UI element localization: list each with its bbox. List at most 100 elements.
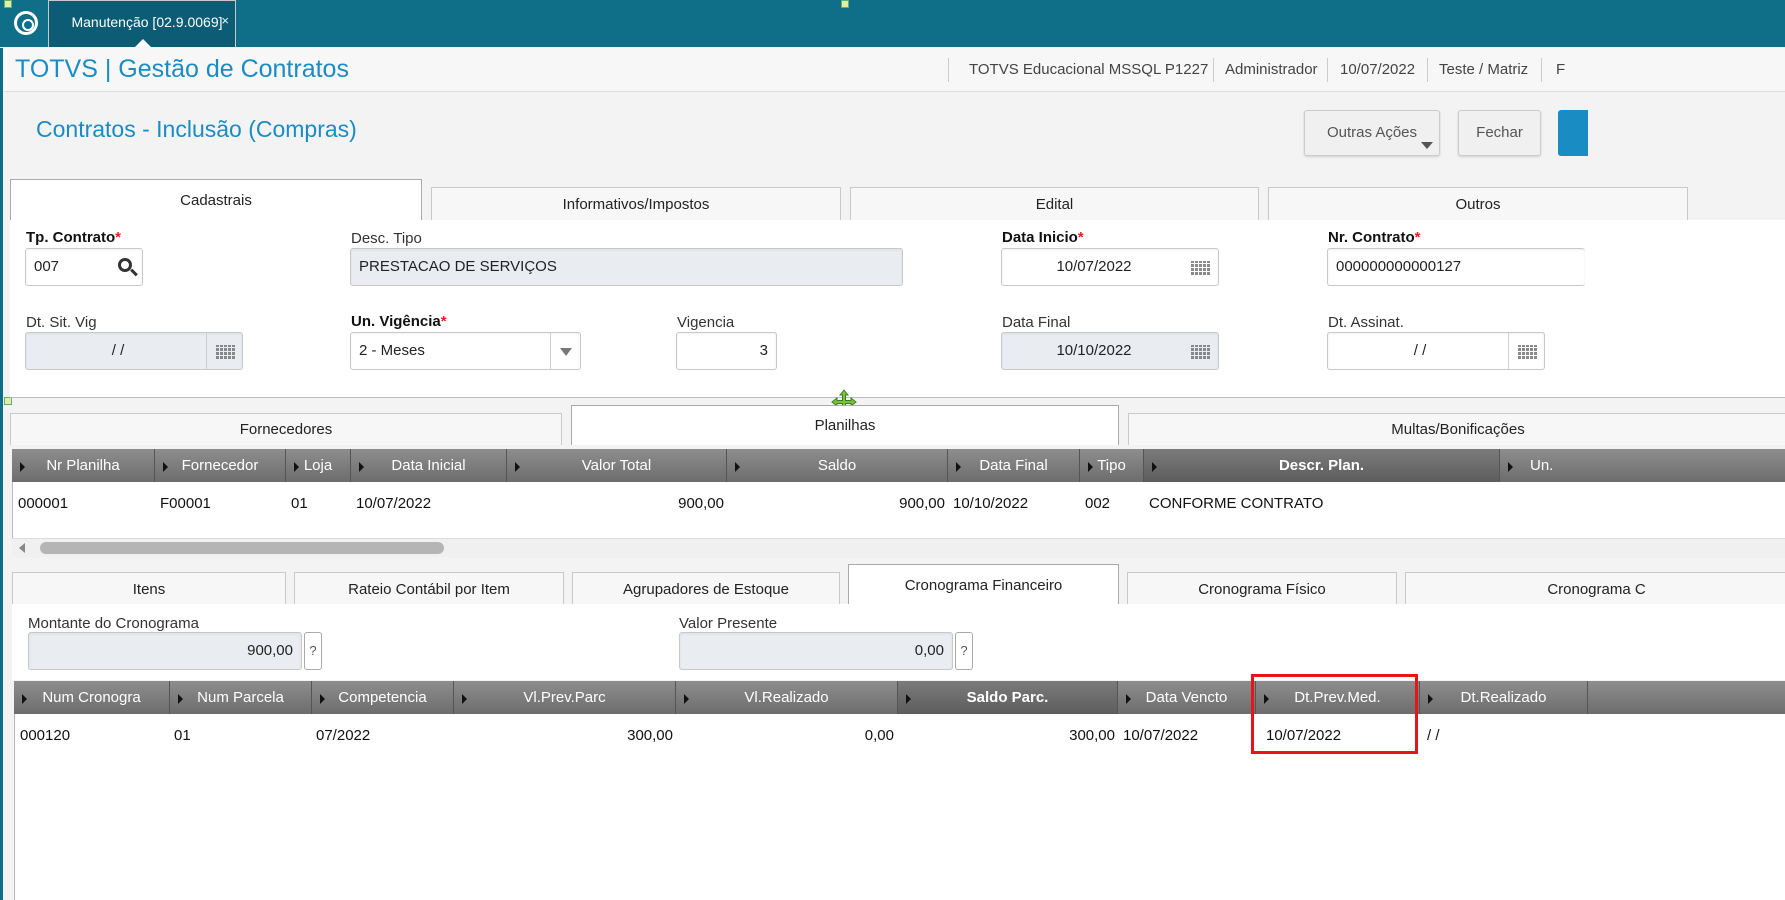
resize-handle[interactable] — [841, 0, 849, 8]
search-icon[interactable] — [118, 258, 132, 272]
tab-label: Itens — [132, 581, 166, 598]
cell: 01 — [291, 495, 308, 512]
un-vigencia-label: Un. Vigência* — [351, 313, 447, 330]
un-vigencia-value: 2 - Meses — [359, 342, 425, 359]
montante-input[interactable]: 900,00 — [28, 632, 302, 670]
cell: 002 — [1085, 495, 1111, 512]
app-header: TOTVS | Gestão de Contratos TOTVS Educac… — [4, 48, 1785, 92]
totvs-logo-icon[interactable] — [14, 11, 38, 35]
page-title: Contratos - Inclusão (Compras) — [36, 116, 357, 142]
data-inicio-input[interactable]: 10/07/2022 — [1001, 248, 1219, 286]
desc-tipo-label: Desc. Tipo — [351, 230, 422, 247]
tab-fornecedores[interactable]: Fornecedores — [10, 413, 562, 445]
dt-sit-vig-value: / / — [111, 342, 125, 359]
column-header[interactable]: Vl.Realizado — [676, 681, 898, 714]
montante-label: Montante do Cronograma — [28, 615, 199, 632]
column-header[interactable]: Un. — [1500, 449, 1785, 482]
branch-label[interactable]: Teste / Matriz — [1439, 61, 1528, 78]
column-header[interactable]: Nr Planilha — [12, 449, 155, 482]
cell: 900,00 — [678, 495, 724, 512]
dt-assinat-input[interactable]: / / — [1327, 332, 1545, 370]
divider — [1541, 58, 1542, 82]
tab-edital[interactable]: Edital — [850, 187, 1259, 221]
help-button[interactable]: ? — [955, 632, 973, 670]
dropdown-arrow-icon — [1421, 142, 1433, 149]
un-vigencia-select[interactable]: 2 - Meses — [350, 332, 581, 370]
divider — [1327, 58, 1328, 82]
tab-cronograma-financeiro[interactable]: Cronograma Financeiro — [848, 564, 1119, 605]
cell: 10/07/2022 — [356, 495, 432, 512]
cell: F00001 — [160, 495, 211, 512]
close-label: Fechar — [1476, 124, 1523, 141]
tab-label: Multas/Bonificações — [1391, 421, 1525, 438]
vigencia-input[interactable]: 3 — [676, 332, 777, 370]
column-header[interactable]: Data Vencto — [1118, 681, 1256, 714]
column-header[interactable]: Fornecedor — [155, 449, 286, 482]
confirm-button[interactable] — [1558, 110, 1588, 156]
cell: 10/07/2022 — [1123, 727, 1199, 744]
valor-presente-input[interactable]: 0,00 — [679, 632, 953, 670]
other-actions-button[interactable]: Outras Ações — [1304, 110, 1440, 156]
tab-label: Cadastrais — [180, 192, 252, 209]
tab-cadastrais[interactable]: Cadastrais — [10, 179, 422, 221]
column-header[interactable]: Num Cronogra — [14, 681, 170, 714]
cell: 0,00 — [864, 727, 894, 744]
tab-caret-icon — [135, 39, 151, 47]
user-label[interactable]: Administrador — [1225, 61, 1318, 78]
window-tab[interactable]: Manutenção [02.9.0069] × — [48, 0, 236, 47]
tab-planilhas[interactable]: Planilhas — [571, 405, 1119, 445]
calendar-icon[interactable] — [1182, 249, 1218, 285]
chevron-down-icon[interactable] — [550, 333, 580, 369]
nr-contrato-input[interactable]: 000000000000127 — [1327, 248, 1585, 286]
scroll-left-icon[interactable] — [19, 543, 25, 553]
dt-sit-vig-input[interactable]: / / — [25, 332, 243, 370]
data-final-label: Data Final — [1002, 314, 1071, 331]
tab-label: Outros — [1455, 196, 1501, 213]
calendar-icon[interactable] — [1182, 333, 1218, 369]
data-final-input[interactable]: 10/10/2022 — [1001, 332, 1219, 370]
tab-label: Fornecedores — [239, 421, 333, 438]
calendar-icon[interactable] — [206, 333, 242, 369]
tab-cronograma-c[interactable]: Cronograma C — [1405, 572, 1785, 605]
cell: CONFORME CONTRATO — [1149, 495, 1324, 512]
tab-multas[interactable]: Multas/Bonificações — [1128, 413, 1785, 445]
header-extra[interactable]: F — [1556, 61, 1565, 78]
tp-contrato-input[interactable]: 007 — [25, 248, 143, 286]
tab-outros[interactable]: Outros — [1268, 187, 1688, 221]
tab-informativos[interactable]: Informativos/Impostos — [431, 187, 841, 221]
close-icon[interactable]: × — [221, 13, 229, 28]
tab-cronograma-fisico[interactable]: Cronograma Físico — [1127, 572, 1397, 605]
tab-label: Edital — [1035, 196, 1074, 213]
divider — [10, 397, 1785, 398]
column-header[interactable]: Competencia — [312, 681, 454, 714]
close-button[interactable]: Fechar — [1458, 110, 1541, 156]
column-header[interactable]: Loja — [286, 449, 351, 482]
column-header[interactable]: Data Final — [948, 449, 1080, 482]
column-header[interactable]: Descr. Plan. — [1144, 449, 1500, 482]
column-header[interactable]: Saldo — [727, 449, 948, 482]
resize-handle[interactable] — [4, 397, 12, 405]
data-final-value: 10/10/2022 — [1056, 342, 1132, 359]
cell: 000120 — [20, 727, 71, 744]
tab-rateio[interactable]: Rateio Contábil por Item — [294, 572, 564, 605]
help-button[interactable]: ? — [304, 632, 322, 670]
column-header[interactable]: Saldo Parc. — [898, 681, 1118, 714]
desc-tipo-input[interactable]: PRESTACAO DE SERVIÇOS — [350, 248, 903, 286]
calendar-icon[interactable] — [1508, 333, 1544, 369]
tab-agrupadores[interactable]: Agrupadores de Estoque — [572, 572, 840, 605]
scroll-thumb[interactable] — [40, 542, 444, 554]
column-header[interactable]: Num Parcela — [170, 681, 312, 714]
column-header[interactable]: Tipo — [1080, 449, 1144, 482]
column-header[interactable]: Data Inicial — [351, 449, 507, 482]
column-header[interactable]: Dt.Realizado — [1420, 681, 1588, 714]
valor-presente-label: Valor Presente — [679, 615, 778, 632]
column-header[interactable]: Valor Total — [507, 449, 727, 482]
tp-contrato-value: 007 — [34, 258, 60, 275]
horizontal-scrollbar[interactable] — [12, 538, 1785, 557]
resize-handle[interactable] — [4, 0, 12, 8]
tab-itens[interactable]: Itens — [12, 572, 286, 605]
tab-label: Cronograma Financeiro — [904, 577, 1063, 594]
environment-label: TOTVS Educacional MSSQL P1227 — [969, 61, 1209, 78]
column-header[interactable]: Vl.Prev.Parc — [454, 681, 676, 714]
highlight-box — [1251, 674, 1418, 754]
